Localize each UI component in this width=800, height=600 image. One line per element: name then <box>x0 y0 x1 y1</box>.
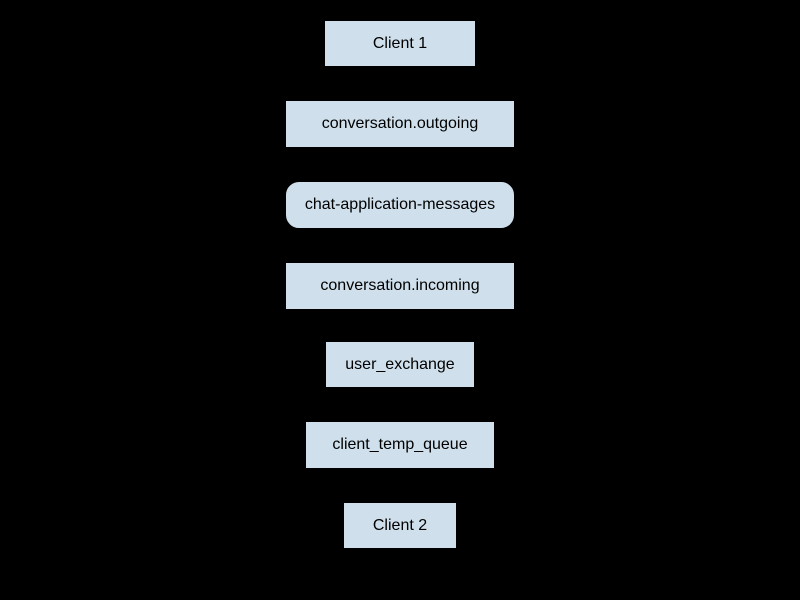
node-label: client_temp_queue <box>332 436 467 454</box>
node-user-exchange: user_exchange <box>325 341 475 388</box>
node-label: chat-application-messages <box>305 196 495 214</box>
node-conversation-incoming: conversation.incoming <box>285 262 515 310</box>
node-label: conversation.outgoing <box>322 115 479 133</box>
node-client-1: Client 1 <box>324 20 476 67</box>
node-label: Client 1 <box>373 35 427 53</box>
diagram-canvas: Client 1 conversation.outgoing chat-appl… <box>0 0 800 600</box>
node-chat-application-messages: chat-application-messages <box>285 181 515 229</box>
node-client-2: Client 2 <box>343 502 457 549</box>
node-conversation-outgoing: conversation.outgoing <box>285 100 515 148</box>
node-label: Client 2 <box>373 517 427 535</box>
node-client-temp-queue: client_temp_queue <box>305 421 495 469</box>
node-label: user_exchange <box>345 356 454 374</box>
node-label: conversation.incoming <box>320 277 479 295</box>
